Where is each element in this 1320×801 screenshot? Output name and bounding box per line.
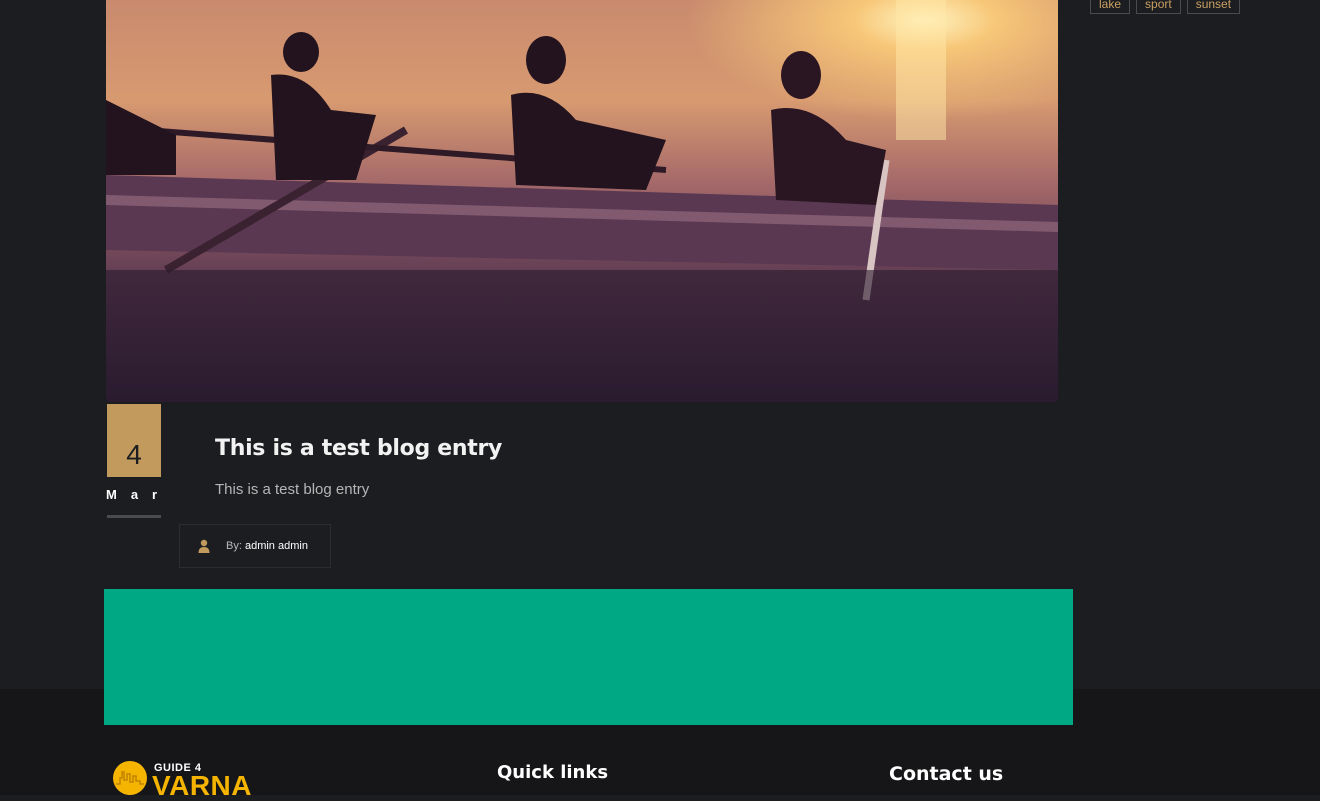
author-label: By: admin admin	[226, 540, 308, 552]
quick-links-heading: Quick links	[497, 762, 609, 783]
date-divider	[107, 515, 161, 518]
footer-logo[interactable]: GUIDE 4 VARNA	[108, 760, 268, 801]
author-prefix: By:	[226, 540, 242, 552]
rowing-sunset-image	[106, 0, 1058, 402]
tag-lake[interactable]: lake	[1090, 0, 1131, 14]
city-skyline-icon	[113, 761, 147, 795]
post-title[interactable]: This is a test blog entry	[215, 436, 502, 461]
green-banner	[104, 589, 1073, 725]
post-date-day: 4	[126, 439, 142, 470]
post-author-box: By: admin admin	[179, 524, 331, 568]
author-name-link[interactable]: admin admin	[245, 540, 308, 552]
tag-list: lake sport sunset	[1090, 0, 1241, 14]
tag-sport[interactable]: sport	[1136, 0, 1181, 14]
logo-main-text: VARNA	[152, 770, 252, 801]
tag-sunset[interactable]: sunset	[1186, 0, 1241, 14]
post-featured-image[interactable]	[106, 0, 1058, 402]
post-date-month: Mar	[106, 487, 172, 502]
post-excerpt: This is a test blog entry	[215, 481, 370, 498]
post-date-badge: 4	[107, 404, 161, 477]
contact-heading: Contact us	[889, 763, 1004, 785]
user-icon	[198, 539, 210, 553]
